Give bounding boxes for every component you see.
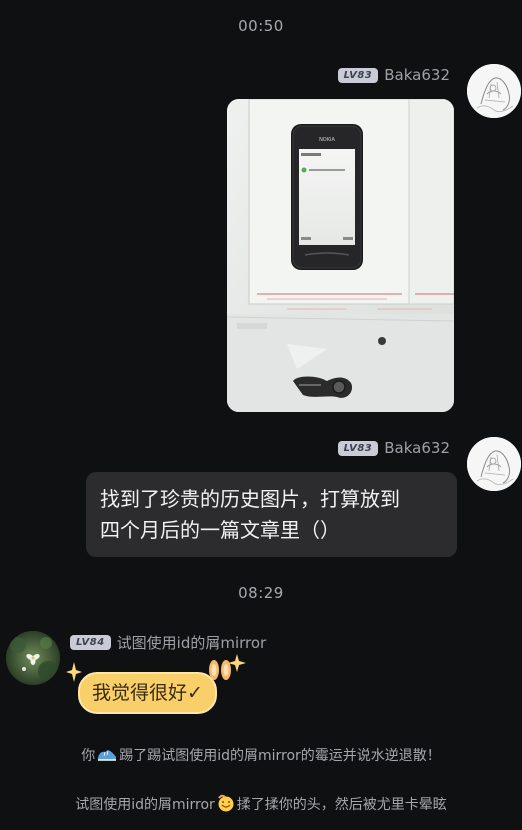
level-badge: LV83 (337, 67, 379, 83)
sender-name[interactable]: Baka632 (384, 66, 450, 84)
avatar-flower-icon (6, 631, 60, 685)
emoji-face-icon (217, 794, 234, 812)
notice-text: 踢了踢试图使用id的屑mirror的霉运并说水逆退散！ (119, 748, 441, 764)
message-header: LV84 试图使用id的屑mirror (70, 632, 266, 652)
avatar[interactable] (467, 64, 521, 118)
message-header: LV83 Baka632 (337, 438, 450, 458)
phone-brand: NOKIA (319, 137, 335, 143)
photo-image: NOKIA (227, 99, 454, 412)
system-notice: 你 踢了踢试图使用id的屑mirror的霉运并说水逆退散！ (0, 745, 522, 765)
message-bubble-sticker[interactable]: 我觉得很好✓ (78, 672, 217, 714)
sender-name[interactable]: Baka632 (384, 439, 450, 457)
message-line: 找到了珍贵的历史图片，打算放到 (100, 487, 400, 511)
avatar-sketch-icon (467, 437, 521, 491)
timestamp: 08:29 (238, 584, 284, 602)
message-header: LV83 Baka632 (337, 65, 450, 85)
message-bubble[interactable]: 找到了珍贵的历史图片，打算放到 四个月后的一篇文章里（） (86, 472, 457, 557)
photo-message[interactable]: NOKIA (227, 99, 454, 412)
avatar-sketch-icon (467, 64, 521, 118)
avatar[interactable] (6, 631, 60, 685)
level-badge: LV84 (70, 634, 111, 650)
sender-name[interactable]: 试图使用id的屑mirror (117, 632, 267, 653)
message-line: 四个月后的一篇文章里（） (100, 518, 340, 542)
notice-text: 揉了揉你的头，然后被尤里卡晕眩 (236, 797, 447, 813)
notice-text: 试图使用id的屑mirror (75, 797, 215, 813)
notice-text: 你 (81, 748, 96, 764)
timestamp: 00:50 (238, 17, 284, 35)
shoe-icon (98, 750, 117, 761)
avatar[interactable] (467, 437, 521, 491)
system-notice: 试图使用id的屑mirror 揉了揉你的头，然后被尤里卡晕眩 (0, 794, 522, 814)
level-badge: LV83 (337, 440, 379, 456)
